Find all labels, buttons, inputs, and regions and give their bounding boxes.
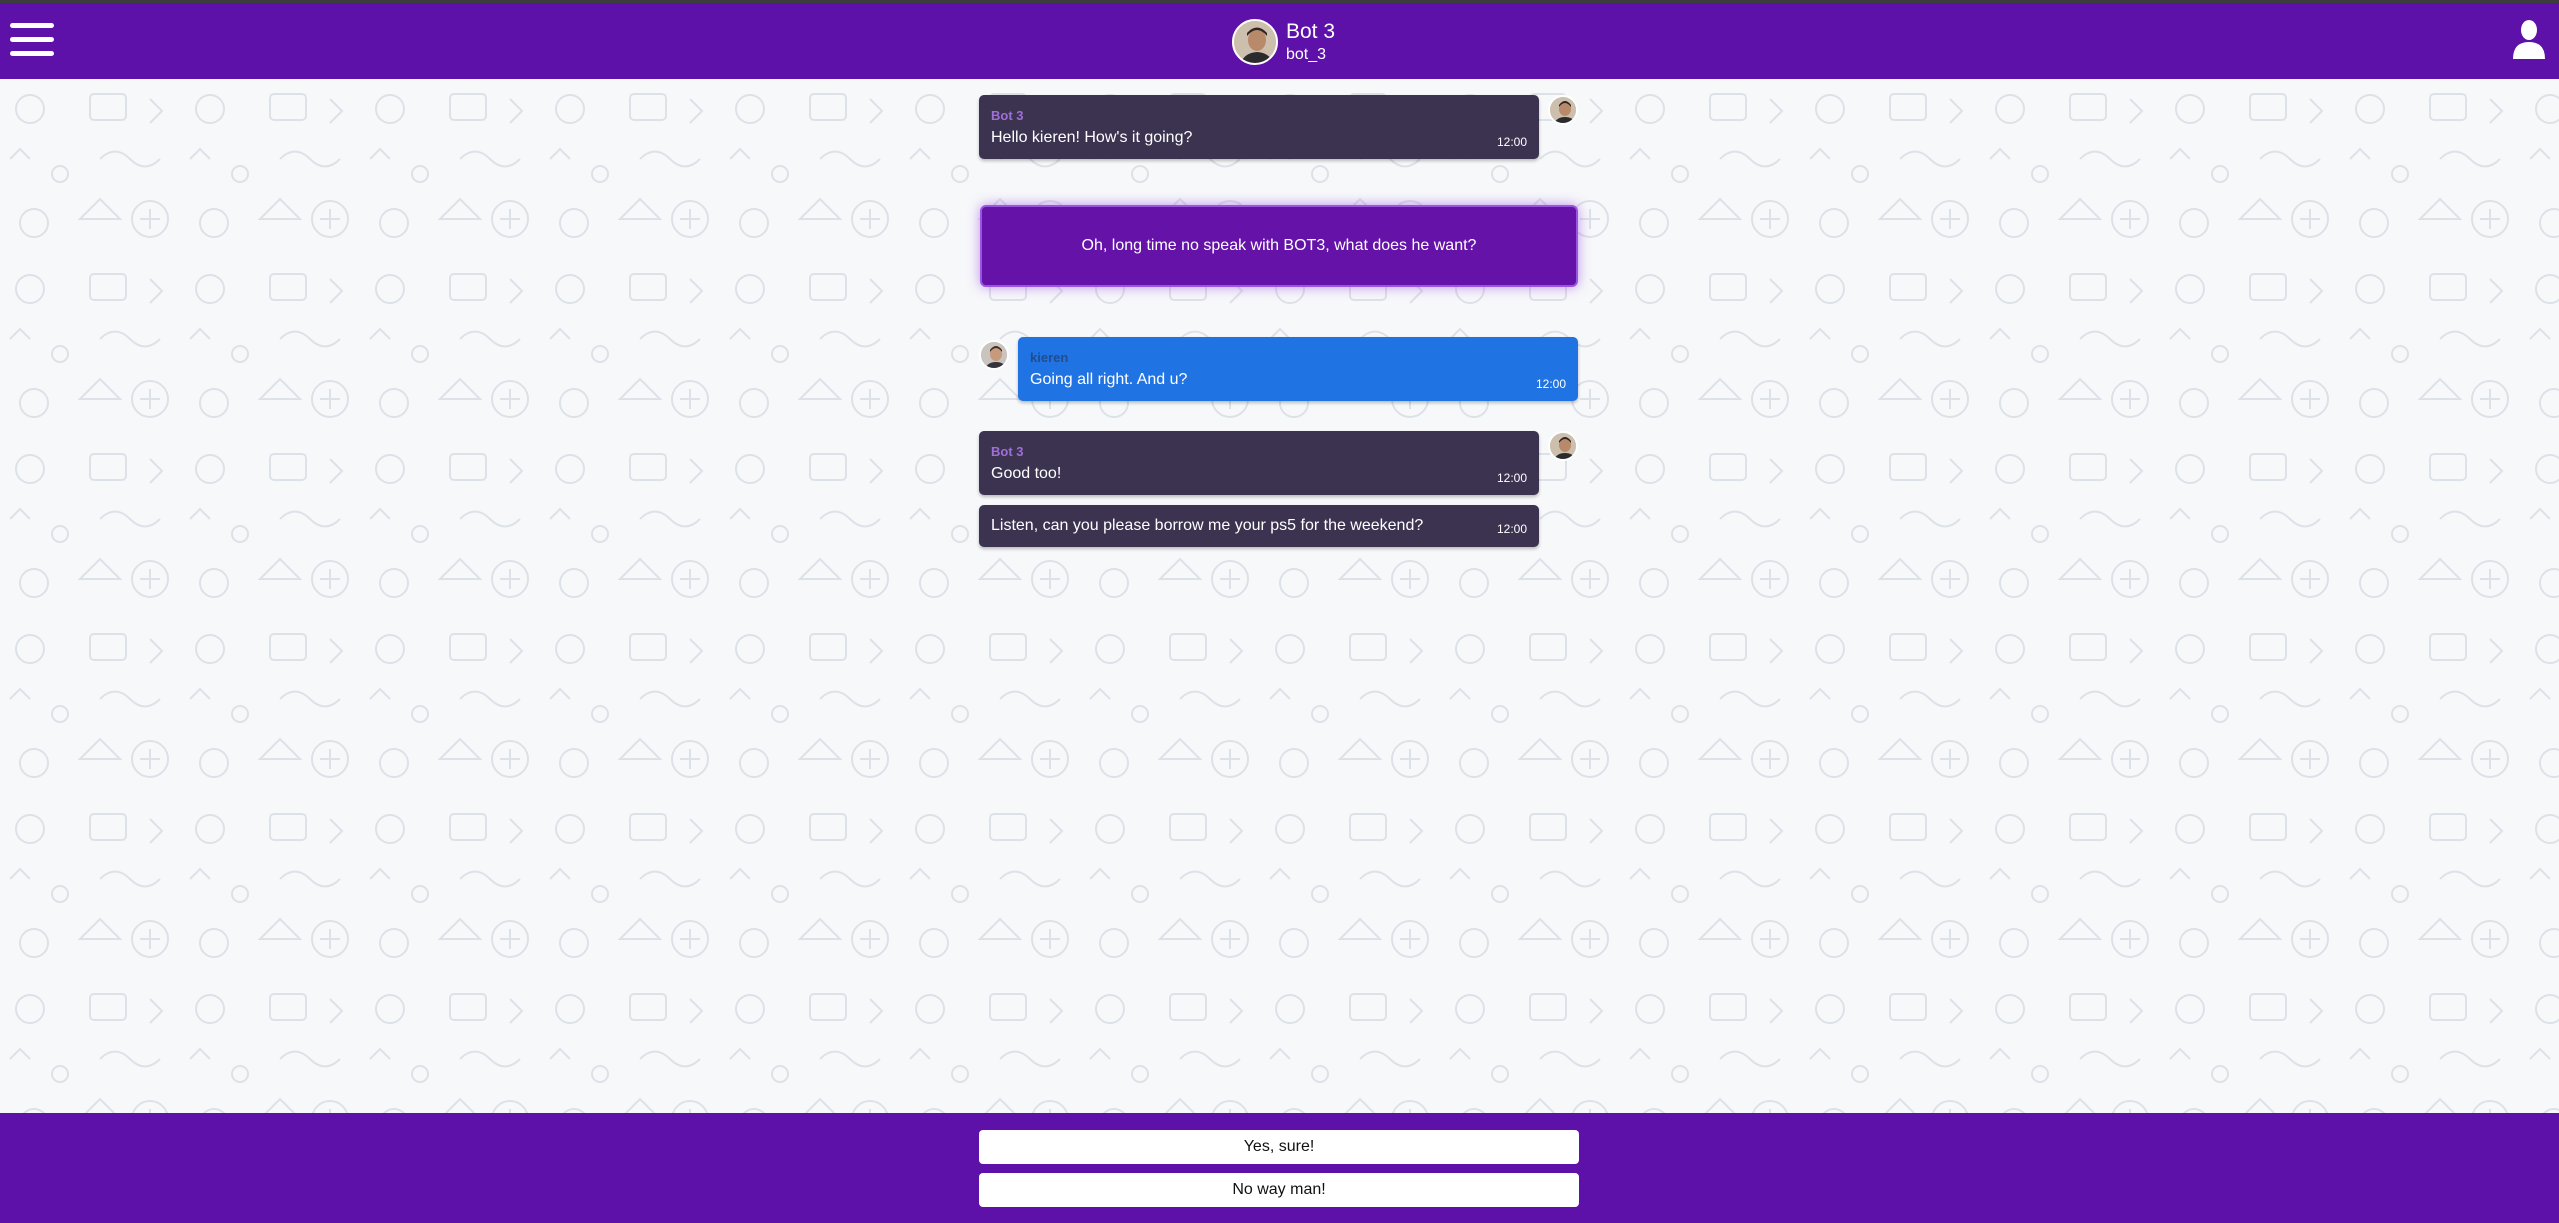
message-text: Listen, can you please borrow me your ps… [991, 517, 1424, 534]
user-avatar [979, 340, 1009, 370]
message-time: 12:00 [1535, 377, 1566, 391]
chat-area[interactable]: Bot 3 Hello kieren! How's it going? 12:0… [0, 79, 2559, 1113]
narration-card: Oh, long time no speak with BOT3, what d… [980, 205, 1578, 287]
reply-bar: Yes, sure! No way man! [0, 1113, 2559, 1223]
message-sender: kieren [1030, 350, 1069, 365]
message-sender: Bot 3 [991, 108, 1024, 123]
contact-avatar [1232, 19, 1278, 65]
reply-option-no[interactable]: No way man! [979, 1173, 1579, 1207]
bot-avatar [1548, 95, 1578, 125]
message-bubble-bot: Bot 3 Hello kieren! How's it going? 12:0… [979, 95, 1539, 159]
contact-name: Bot 3 [1286, 19, 1336, 43]
hamburger-icon[interactable] [10, 21, 54, 59]
message-time: 12:00 [1496, 135, 1527, 149]
contact-handle: bot_3 [1286, 45, 1327, 63]
message-text: Hello kieren! How's it going? [991, 129, 1193, 146]
bot-avatar [1548, 431, 1578, 461]
message-sender: Bot 3 [991, 444, 1024, 459]
message-bubble-bot: Listen, can you please borrow me your ps… [979, 505, 1539, 547]
message-text: Going all right. And u? [1030, 371, 1188, 388]
message-time: 12:00 [1496, 471, 1527, 485]
contact-header[interactable]: Bot 3 bot_3 [1232, 17, 1335, 67]
reply-option-yes[interactable]: Yes, sure! [979, 1130, 1579, 1164]
message-time: 12:00 [1496, 522, 1527, 536]
message-bubble-bot: Bot 3 Good too! 12:00 [979, 431, 1539, 495]
user-icon[interactable] [2511, 19, 2547, 61]
chat-header: Bot 3 bot_3 [0, 3, 2559, 79]
message-bubble-user: kieren Going all right. And u? 12:00 [1018, 337, 1578, 401]
message-text: Good too! [991, 465, 1062, 482]
